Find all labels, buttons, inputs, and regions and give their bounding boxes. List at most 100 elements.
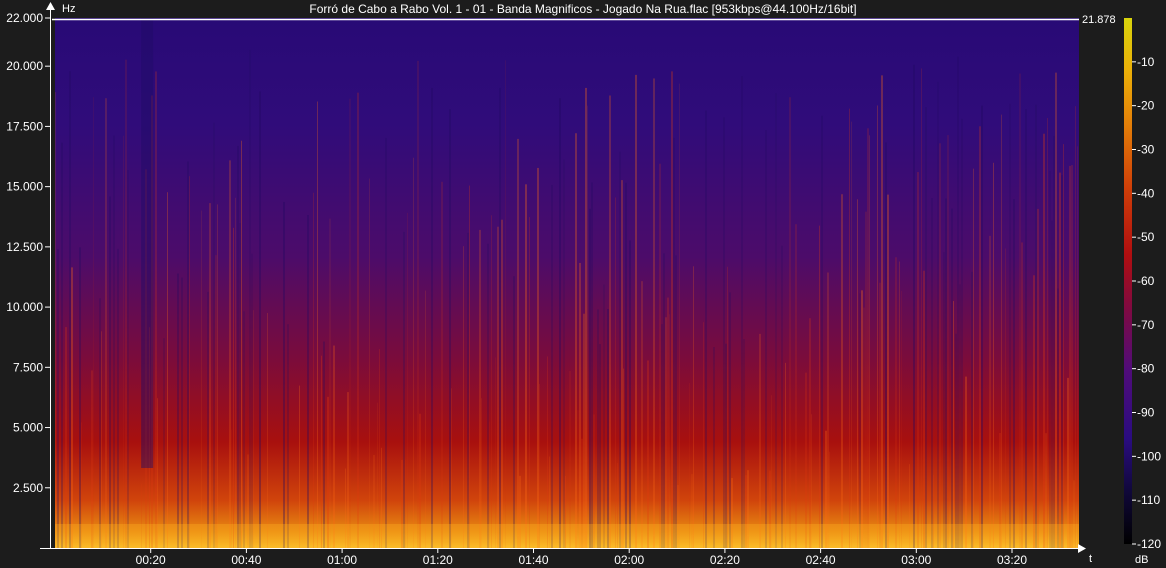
streak: [155, 71, 157, 548]
streak: [647, 360, 649, 548]
streak: [859, 293, 861, 548]
streak: [1075, 106, 1076, 548]
colorbar-tick-label: -120: [1137, 537, 1161, 551]
streak: [629, 240, 631, 549]
streak: [725, 343, 727, 548]
streak: [585, 87, 587, 548]
streak: [1067, 377, 1069, 548]
streak: [943, 252, 945, 548]
streak: [1063, 144, 1064, 548]
streak: [431, 87, 433, 548]
streak: [215, 255, 217, 548]
streak: [323, 341, 325, 548]
streak: [61, 142, 63, 548]
streak: [635, 74, 637, 548]
streak: [333, 345, 335, 548]
streak: [713, 347, 715, 548]
streak: [1059, 172, 1061, 549]
streak: [743, 339, 745, 548]
streak: [1055, 72, 1057, 548]
streak: [189, 176, 190, 548]
x-tick-label: 02:20: [710, 553, 740, 567]
streak: [267, 312, 268, 548]
streak: [209, 203, 211, 549]
colorbar-tick-label: -80: [1137, 362, 1155, 376]
streak: [781, 245, 783, 548]
colorbar-tick-label: -90: [1137, 406, 1155, 420]
x-tick-label: 03:00: [901, 553, 931, 567]
streak: [1049, 170, 1051, 548]
streak: [795, 224, 797, 548]
y-tick-label: 2.500: [13, 481, 43, 495]
y-axis-arrow: [46, 2, 55, 10]
streak: [877, 105, 878, 548]
streak: [759, 333, 761, 548]
streak: [251, 253, 253, 548]
streak: [329, 218, 331, 548]
streak: [917, 172, 919, 548]
streak: [653, 78, 655, 548]
streak: [181, 277, 183, 548]
streak: [1043, 133, 1045, 548]
colorbar-tick-label: -60: [1137, 274, 1155, 288]
streak: [939, 143, 941, 548]
streak: [603, 284, 605, 548]
streak: [623, 368, 624, 548]
streak: [1037, 208, 1039, 548]
streak: [785, 362, 786, 548]
streak: [993, 162, 994, 548]
streak: [945, 198, 947, 548]
streak: [669, 314, 670, 548]
streak: [539, 383, 540, 548]
streak: [385, 137, 387, 548]
x-tick-label: 01:20: [423, 553, 453, 567]
streak: [1005, 248, 1006, 549]
streak: [1047, 118, 1048, 548]
streak: [867, 128, 869, 549]
streak: [1071, 165, 1073, 548]
streak: [693, 266, 694, 548]
streak: [661, 324, 663, 548]
streak: [505, 60, 506, 548]
streak: [579, 262, 581, 548]
streak: [479, 229, 481, 548]
x-tick-label: 01:40: [518, 553, 548, 567]
streak: [495, 357, 496, 548]
streak: [217, 204, 218, 548]
streak: [865, 211, 867, 548]
streak: [961, 118, 963, 548]
colorbar: [1124, 18, 1132, 544]
colorbar-tick-label: -20: [1137, 99, 1155, 113]
streak: [317, 101, 318, 548]
streak: [597, 309, 599, 548]
streak: [1077, 146, 1078, 548]
streak: [857, 199, 858, 549]
streak: [101, 331, 102, 548]
streak: [937, 81, 939, 548]
y-tick-label: 22.000: [6, 11, 43, 25]
streak: [497, 226, 499, 548]
x-tick-label: 00:40: [231, 553, 261, 567]
streak: [235, 197, 236, 548]
streak: [563, 159, 565, 548]
streak: [113, 135, 115, 549]
streak: [607, 309, 609, 548]
streak: [467, 232, 469, 548]
streak: [809, 318, 811, 548]
streak: [925, 107, 927, 548]
streak: [299, 385, 300, 548]
streak: [705, 110, 707, 548]
x-axis-label: t: [1089, 553, 1092, 565]
streak: [513, 276, 515, 548]
streak: [663, 253, 665, 548]
streak: [463, 246, 464, 549]
streak: [287, 324, 289, 548]
streak: [1019, 73, 1021, 548]
quiet-gap: [141, 18, 154, 468]
cutoff-label: 21.878: [1082, 14, 1116, 26]
streak: [861, 290, 863, 548]
streak: [587, 105, 588, 548]
streak: [213, 122, 215, 548]
streak: [703, 322, 704, 548]
streak: [413, 157, 414, 549]
